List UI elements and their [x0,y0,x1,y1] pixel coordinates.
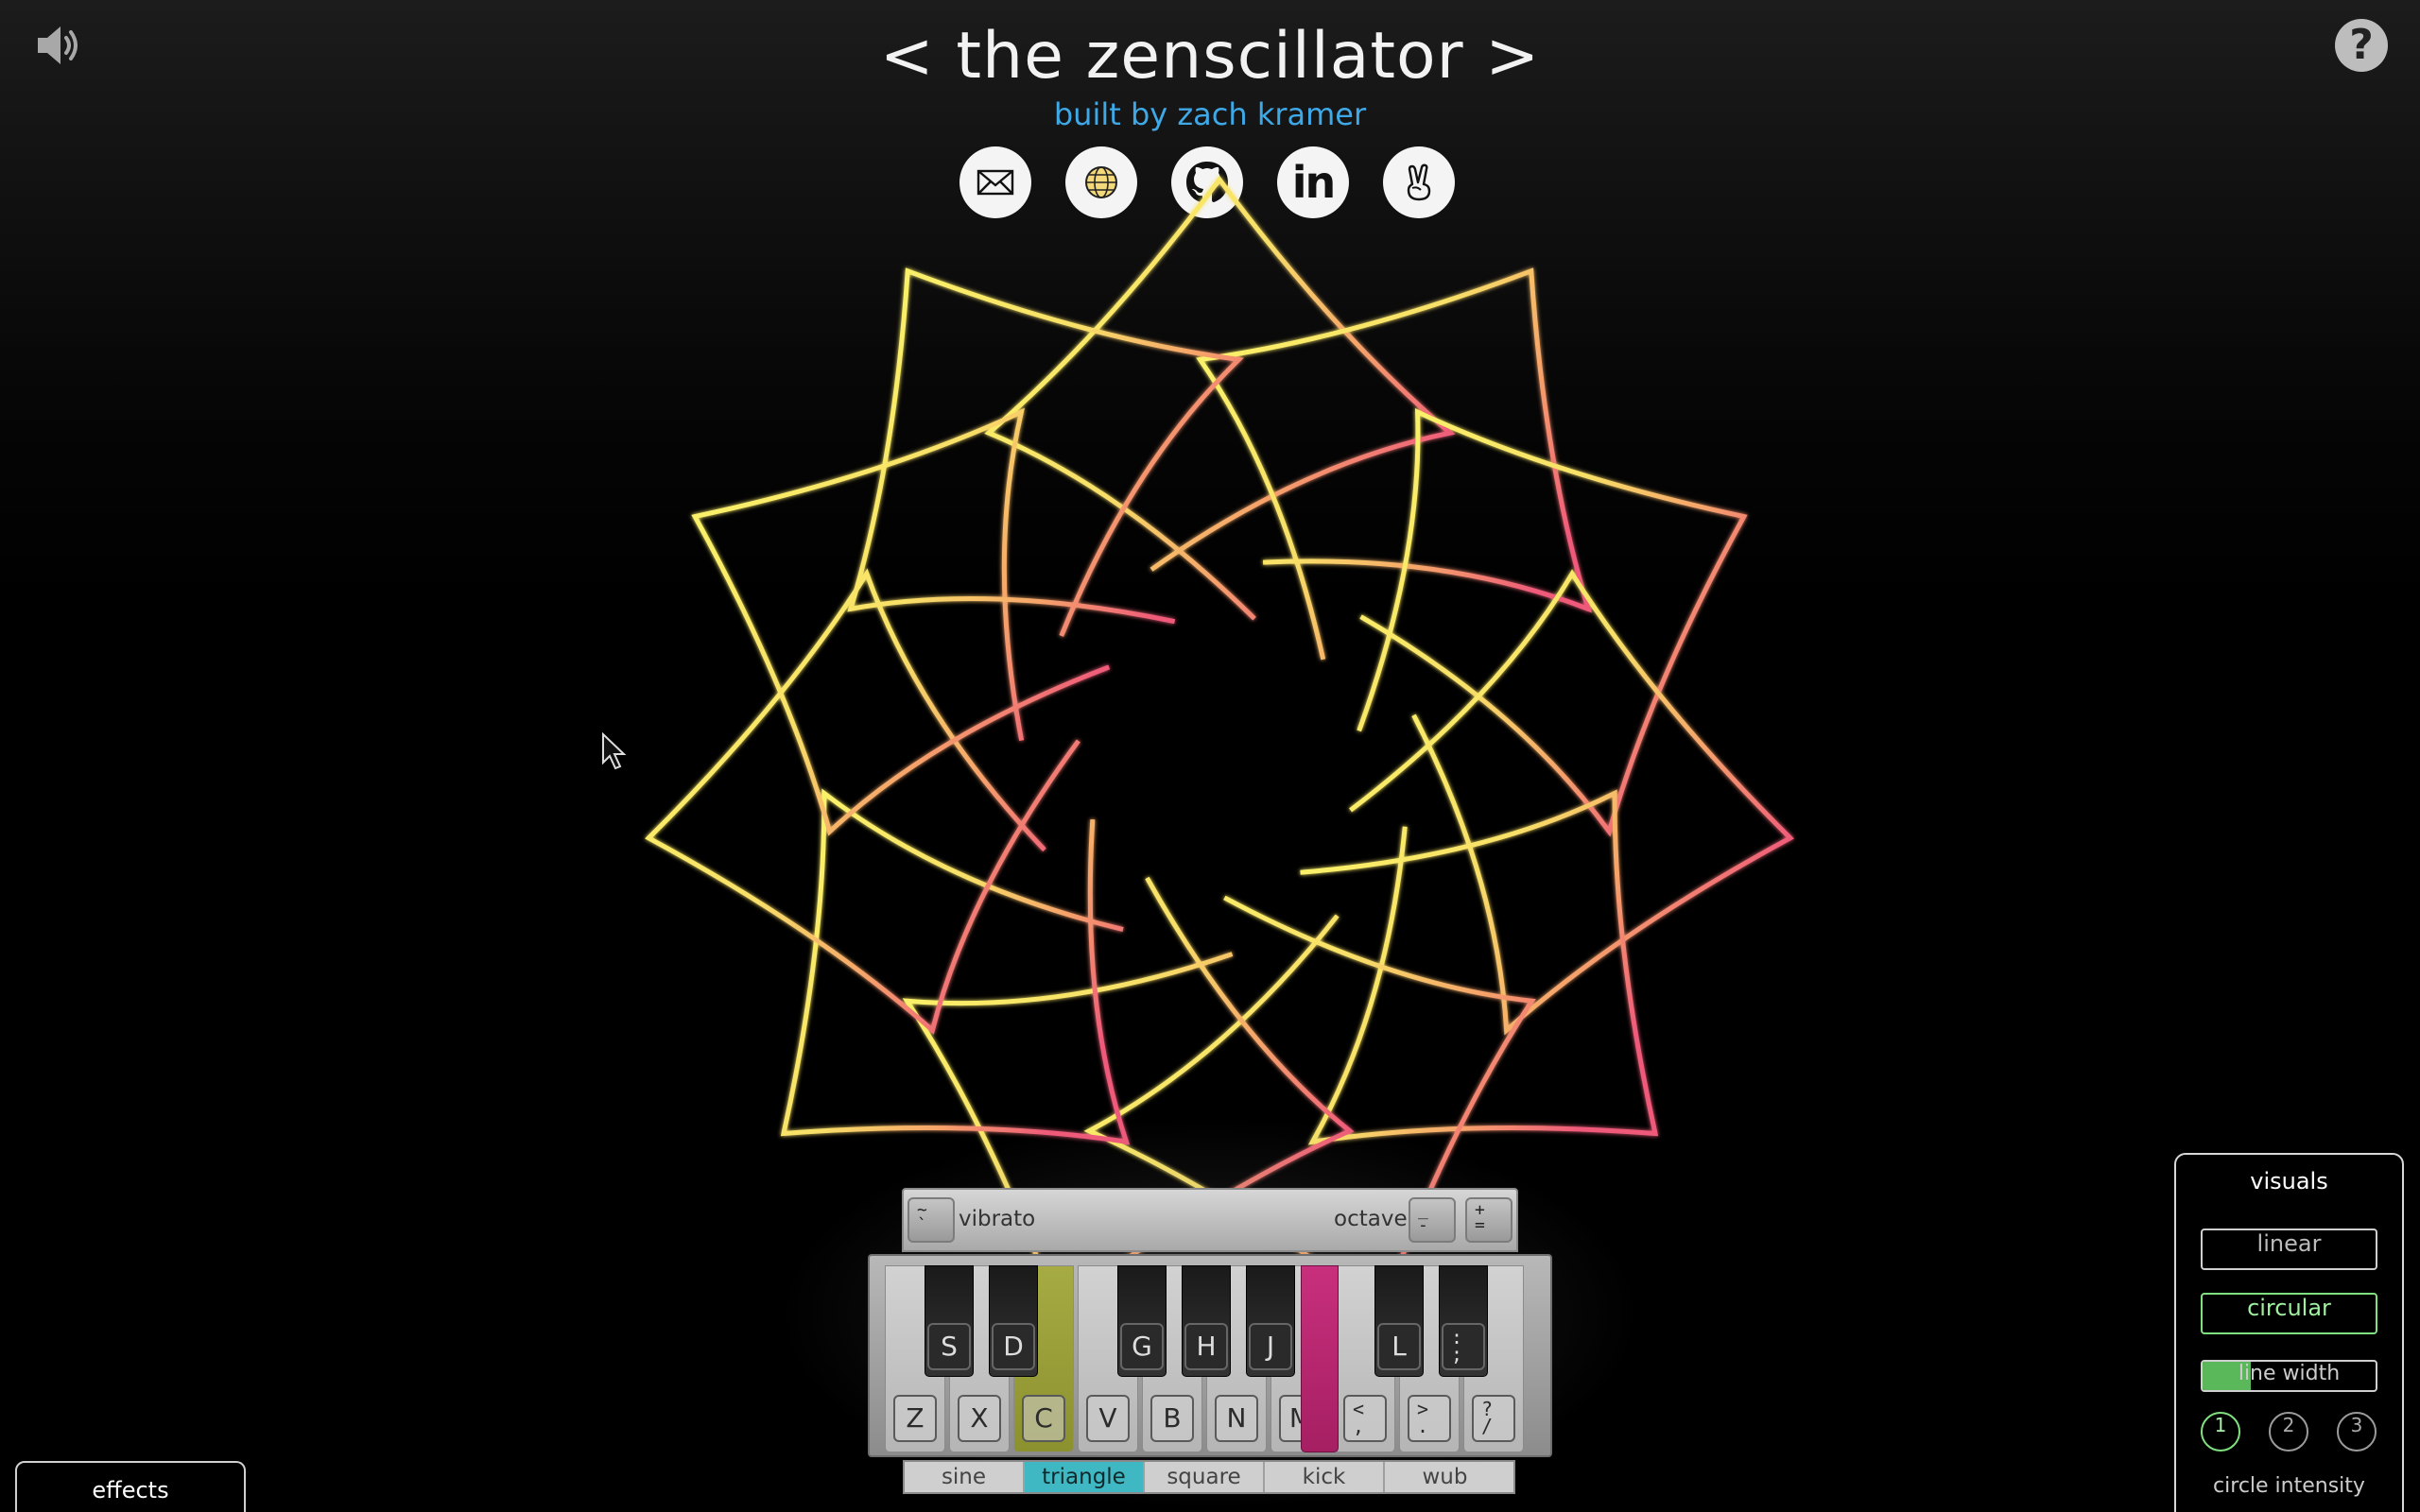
trace-petal [1196,267,1592,661]
key-label: N [1215,1395,1258,1442]
sound-toggle-button[interactable] [32,19,85,72]
effects-tab[interactable]: effects [15,1461,246,1512]
key-label: B [1150,1395,1194,1442]
piano-key-d[interactable]: D [989,1265,1038,1377]
key-label: C [1022,1395,1065,1442]
vibrato-label: vibrato [959,1207,1036,1231]
circle-intensity-2[interactable]: 2 [2269,1412,2308,1452]
key-label: D [992,1323,1035,1370]
piano-key-l[interactable]: L [1374,1265,1424,1377]
key-label: Z [893,1395,937,1442]
circular-mode-button[interactable]: circular [2201,1293,2377,1334]
piano-key-semicolon[interactable]: : ; [1439,1265,1488,1377]
octave-down-key[interactable]: _ - [1409,1197,1456,1243]
key-label: X [958,1395,1001,1442]
key-label: < , [1343,1395,1387,1442]
waveform-kick-button[interactable]: kick [1265,1462,1385,1492]
linear-mode-button[interactable]: linear [2201,1228,2377,1270]
waveform-triangle-button[interactable]: triangle [1025,1462,1145,1492]
line-width-label: line width [2238,1362,2341,1385]
waveform-wub-button[interactable]: wub [1385,1462,1505,1492]
waveform-sine-button[interactable]: sine [905,1462,1025,1492]
circle-intensity-label: circle intensity [2213,1474,2365,1498]
speaker-icon [38,26,78,64]
trace-petal [984,175,1456,621]
visuals-title: visuals [2250,1168,2328,1194]
waveform-square-button[interactable]: square [1145,1462,1265,1492]
key-label: ? / [1472,1395,1515,1442]
key-label: L [1377,1323,1421,1370]
visuals-panel: visuals linear circular line width 1 2 3… [2174,1153,2404,1512]
vibrato-key[interactable]: ~ ` [908,1197,955,1243]
trace-petal [691,407,1111,836]
octave-label: octave [1334,1207,1408,1231]
circle-intensity-3[interactable]: 3 [2337,1412,2377,1452]
piano-key-g[interactable]: G [1117,1265,1167,1377]
help-button[interactable]: ? [2335,19,2388,72]
trace-petal [1349,569,1794,1036]
key-label: V [1086,1395,1130,1442]
circle-intensity-1[interactable]: 1 [2201,1412,2240,1452]
page-title: < the zenscillator > [879,19,1541,94]
piano-keyboard: Z X C V B N M < , > . ? / S D G H J L : … [868,1254,1552,1457]
key-label: H [1184,1323,1228,1370]
line-width-slider[interactable]: line width [2201,1360,2377,1392]
octave-up-key[interactable]: + = [1465,1197,1512,1243]
piano-key-h[interactable]: H [1182,1265,1231,1377]
help-icon: ? [2349,21,2374,69]
key-label: : ; [1442,1323,1485,1370]
active-note-highlight [1301,1265,1339,1452]
waveform-selector: sine triangle square kick wub [903,1460,1515,1494]
trace-petal [780,788,1131,1145]
piano-key-s[interactable]: S [925,1265,974,1377]
key-label: > . [1408,1395,1451,1442]
mouse-cursor-icon [602,732,627,770]
trace-petal [1357,408,1748,837]
key-label: G [1120,1323,1164,1370]
control-panel: ~ ` vibrato octave _ - + = [902,1188,1518,1252]
trace-petal [847,267,1244,637]
key-label: S [927,1323,971,1370]
piano-key-j[interactable]: J [1246,1265,1295,1377]
key-label: J [1249,1323,1292,1370]
